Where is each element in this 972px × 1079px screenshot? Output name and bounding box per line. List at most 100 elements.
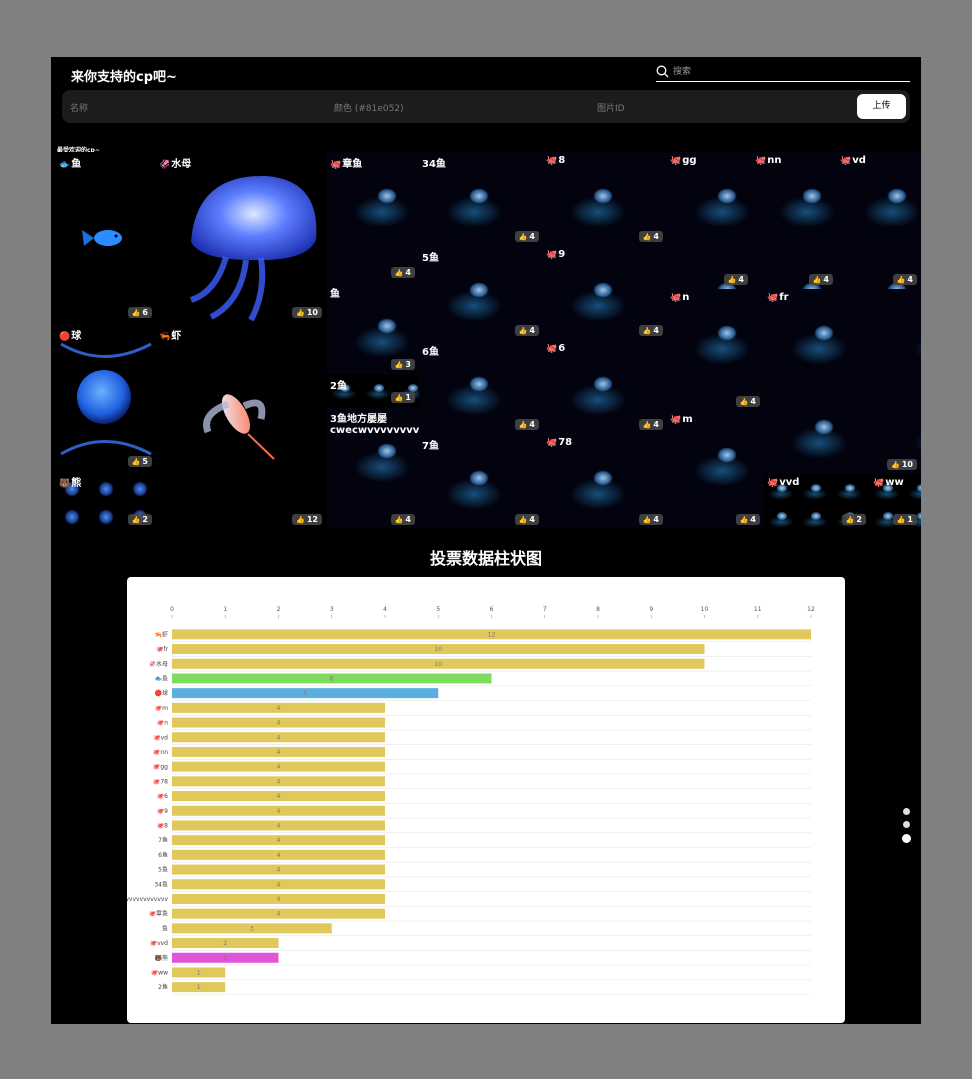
cp-tile[interactable]: 🐙6 👍 4 [543,340,667,434]
bar-value-label: 4 [277,808,281,815]
like-button[interactable]: 👍 6 [127,307,152,318]
cp-tile[interactable]: 🐙m 👍 4 [667,411,764,529]
like-count: 1 [907,515,913,524]
like-button[interactable]: 👍 4 [514,325,539,336]
cp-tile[interactable]: 🐙8 👍 4 [543,152,667,246]
tile-name: 鱼 [71,159,82,170]
bar-value-label: 4 [277,852,281,859]
cp-tile[interactable]: 🐟鱼 👍 6 [56,152,156,322]
thumbs-up-icon: 👍 [642,233,652,241]
thumbs-up-icon: 👍 [739,516,749,524]
like-button[interactable]: 👍 4 [514,419,539,430]
tile-name: gg [682,155,697,166]
cp-tile[interactable]: 3鱼地方屡屡 cwecwvvvvvvvvvvv 👍4 [327,407,419,529]
like-button[interactable]: 👍 5 [127,456,152,467]
cp-tile[interactable]: 🐙nn 👍 4 [752,152,837,289]
x-tick-label: 5 [436,606,440,613]
like-count: 4 [823,275,829,284]
like-button[interactable]: 👍 4 [892,274,917,285]
upload-button[interactable]: 上传 [857,94,906,119]
search-bar[interactable] [656,65,910,82]
like-button[interactable]: 👍 12 [292,514,322,525]
like-count: 4 [653,420,659,429]
thumbs-up-icon: 👍 [296,309,305,317]
page-dot-3[interactable] [902,834,911,843]
cp-tile[interactable]: 🦐虾 👍 12 [156,324,326,529]
like-button[interactable]: 👍 4 [808,274,833,285]
tile-label: 3鱼地方屡屡 cwecwvvvvvvvvvvv [330,410,419,436]
page-title: 来你支持的cp吧~ [71,70,177,85]
like-button[interactable]: 👍 4 [390,514,415,525]
like-button[interactable]: 👍 4 [735,514,760,525]
tile-label: 🐟鱼 [59,155,81,170]
name-field[interactable]: 名称 [70,101,88,114]
bar-value-label: 2 [223,955,227,962]
cp-tile[interactable]: 🐙vd 👍 4 [837,152,921,289]
cp-emoji-icon: 🔴 [59,332,71,342]
y-category-label: 🔴球 [155,689,168,697]
search-icon[interactable] [656,65,669,78]
thumbs-up-icon: 👍 [896,276,906,284]
pagination-dots [902,808,911,849]
like-button[interactable]: 👍 1 [892,514,917,525]
like-button[interactable]: 👍 4 [735,396,760,407]
tile-name: vvd [779,477,800,488]
fish-image [82,230,122,246]
like-button[interactable]: 👍 4 [514,514,539,525]
y-category-label: 🐻熊 [155,954,168,962]
cp-tile[interactable]: 🐙章鱼 👍 4 [327,152,419,282]
color-field[interactable]: 颜色 (#81e052) [334,101,404,114]
search-input[interactable] [673,65,903,79]
like-button[interactable]: 👍 4 [514,231,539,242]
cp-tile[interactable]: 🐙vvd 👍 2 [764,474,870,529]
page-dot-1[interactable] [903,808,910,815]
bar-value-label: 1 [197,984,201,991]
bar-value-label: 4 [277,734,281,741]
cp-tile[interactable]: 🔴球 👍 5 [56,324,156,471]
cp-tile[interactable]: 🐙fr 👍 10 [764,289,921,474]
tile-label: 🐙fr [767,292,789,303]
like-button[interactable]: 👍 4 [638,514,663,525]
y-category-label: 7鱼 [158,836,168,844]
cp-tile[interactable]: 🐙ww 👍 1 [870,474,921,529]
cp-tile[interactable]: 7鱼 👍 4 [419,434,543,529]
like-button[interactable]: 👍 4 [638,419,663,430]
cp-tile[interactable]: 鱼 👍 3 [327,282,419,374]
cp-tile[interactable]: 5鱼 👍 4 [419,246,543,340]
cp-tile[interactable]: 🐻熊 👍 2 [56,471,156,529]
like-button[interactable]: 👍 2 [127,514,152,525]
cp-tile[interactable]: 🐙gg 👍 4 [667,152,752,289]
like-button[interactable]: 👍 4 [638,231,663,242]
cp-tile[interactable]: 🐙78 👍 4 [543,434,667,529]
thumbs-up-icon: 👍 [394,269,404,277]
like-count: 4 [529,515,535,524]
cp-tile[interactable]: 34鱼 👍 4 [419,152,543,246]
like-button[interactable]: 👍 2 [841,514,866,525]
tile-name: 3鱼地方屡屡 cwecwvvvvvvvvvvv [330,414,419,436]
like-button[interactable]: 👍 3 [390,359,415,370]
like-button[interactable]: 👍 10 [292,307,322,318]
cp-tile[interactable]: 🐙n 👍 4 [667,289,764,411]
tile-label: 🐙nn [755,155,781,166]
image-id-field[interactable]: 图片ID [597,101,625,114]
cp-tile[interactable]: 🦑水母 👍 10 [156,152,326,322]
bar-value-label: 4 [277,764,281,771]
like-button[interactable]: 👍 4 [390,267,415,278]
like-button[interactable]: 👍 1 [390,392,415,403]
cp-tile[interactable]: 🐙9 👍 4 [543,246,667,340]
like-button[interactable]: 👍 10 [887,459,917,470]
tile-name: 8 [558,155,566,166]
like-count: 4 [907,275,913,284]
x-tick-label: 11 [754,606,762,613]
tile-label: 6鱼 [422,343,439,358]
x-tick-label: 1 [223,606,227,613]
cp-tile[interactable]: 2鱼 👍 1 [327,374,419,407]
like-count: 10 [901,460,913,469]
page-dot-2[interactable] [903,821,910,828]
like-button[interactable]: 👍 4 [723,274,748,285]
like-button[interactable]: 👍 4 [638,325,663,336]
cp-tile[interactable]: 6鱼 👍 4 [419,340,543,434]
like-count: 6 [142,308,148,317]
thumbs-up-icon: 👍 [131,309,141,317]
like-count: 4 [529,420,535,429]
